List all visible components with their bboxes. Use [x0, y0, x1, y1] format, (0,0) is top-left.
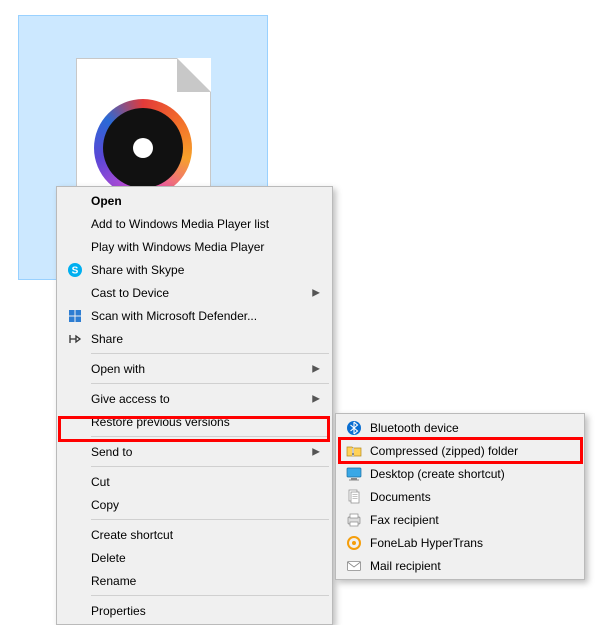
menu-item-properties[interactable]: Properties — [59, 599, 330, 622]
menu-item-share-skype[interactable]: S Share with Skype — [59, 258, 330, 281]
menu-label: Share with Skype — [91, 263, 184, 277]
menu-item-cast-to-device[interactable]: Cast to Device ▶ — [59, 281, 330, 304]
menu-label: Restore previous versions — [91, 415, 230, 429]
menu-label: Open — [91, 194, 122, 208]
menu-item-cut[interactable]: Cut — [59, 470, 330, 493]
zipped-folder-icon — [346, 443, 362, 459]
menu-item-give-access-to[interactable]: Give access to ▶ — [59, 387, 330, 410]
chevron-right-icon: ▶ — [312, 287, 320, 298]
menu-item-share[interactable]: Share — [59, 327, 330, 350]
menu-label: Play with Windows Media Player — [91, 240, 264, 254]
menu-item-restore-versions[interactable]: Restore previous versions — [59, 410, 330, 433]
menu-item-delete[interactable]: Delete — [59, 546, 330, 569]
menu-label: Scan with Microsoft Defender... — [91, 309, 257, 323]
menu-label: Share — [91, 332, 123, 346]
menu-separator — [91, 436, 329, 437]
menu-label: Delete — [91, 551, 126, 565]
submenu-item-documents[interactable]: Documents — [338, 485, 582, 508]
menu-label: Copy — [91, 498, 119, 512]
bluetooth-icon — [346, 420, 362, 436]
menu-item-play-wmp[interactable]: Play with Windows Media Player — [59, 235, 330, 258]
desktop-icon — [346, 466, 362, 482]
menu-separator — [91, 466, 329, 467]
menu-item-open-with[interactable]: Open with ▶ — [59, 357, 330, 380]
menu-item-scan-defender[interactable]: Scan with Microsoft Defender... — [59, 304, 330, 327]
chevron-right-icon: ▶ — [312, 393, 320, 404]
fax-icon — [346, 512, 362, 528]
skype-icon: S — [67, 262, 83, 278]
submenu-item-desktop-shortcut[interactable]: Desktop (create shortcut) — [338, 462, 582, 485]
menu-item-copy[interactable]: Copy — [59, 493, 330, 516]
fonelab-icon — [346, 535, 362, 551]
menu-item-send-to[interactable]: Send to ▶ — [59, 440, 330, 463]
menu-item-rename[interactable]: Rename — [59, 569, 330, 592]
defender-icon — [67, 308, 83, 324]
menu-label: Bluetooth device — [370, 421, 459, 435]
menu-separator — [91, 353, 329, 354]
submenu-item-mail-recipient[interactable]: Mail recipient — [338, 554, 582, 577]
menu-separator — [91, 595, 329, 596]
menu-label: Fax recipient — [370, 513, 439, 527]
menu-label: FoneLab HyperTrans — [370, 536, 483, 550]
menu-item-open[interactable]: Open — [59, 189, 330, 212]
menu-label: Documents — [370, 490, 431, 504]
menu-label: Mail recipient — [370, 559, 441, 573]
menu-separator — [91, 519, 329, 520]
share-icon — [67, 331, 83, 347]
mail-icon — [346, 558, 362, 574]
menu-label: Open with — [91, 362, 145, 376]
context-menu: Open Add to Windows Media Player list Pl… — [56, 186, 333, 625]
menu-label: Properties — [91, 604, 146, 618]
menu-label: Compressed (zipped) folder — [370, 444, 518, 458]
submenu-item-fax-recipient[interactable]: Fax recipient — [338, 508, 582, 531]
submenu-item-bluetooth[interactable]: Bluetooth device — [338, 416, 582, 439]
menu-label: Cast to Device — [91, 286, 169, 300]
chevron-right-icon: ▶ — [312, 446, 320, 457]
send-to-submenu: Bluetooth device Compressed (zipped) fol… — [335, 413, 585, 580]
menu-label: Cut — [91, 475, 110, 489]
menu-label: Give access to — [91, 392, 170, 406]
menu-label: Create shortcut — [91, 528, 173, 542]
menu-item-create-shortcut[interactable]: Create shortcut — [59, 523, 330, 546]
menu-label: Rename — [91, 574, 136, 588]
menu-label: Add to Windows Media Player list — [91, 217, 269, 231]
menu-label: Desktop (create shortcut) — [370, 467, 505, 481]
submenu-item-fonelab[interactable]: FoneLab HyperTrans — [338, 531, 582, 554]
svg-text:S: S — [72, 265, 79, 276]
submenu-item-compressed-folder[interactable]: Compressed (zipped) folder — [338, 439, 582, 462]
documents-icon — [346, 489, 362, 505]
menu-label: Send to — [91, 445, 132, 459]
menu-separator — [91, 383, 329, 384]
chevron-right-icon: ▶ — [312, 363, 320, 374]
music-disc-icon — [94, 99, 192, 197]
menu-item-add-to-wmp-list[interactable]: Add to Windows Media Player list — [59, 212, 330, 235]
